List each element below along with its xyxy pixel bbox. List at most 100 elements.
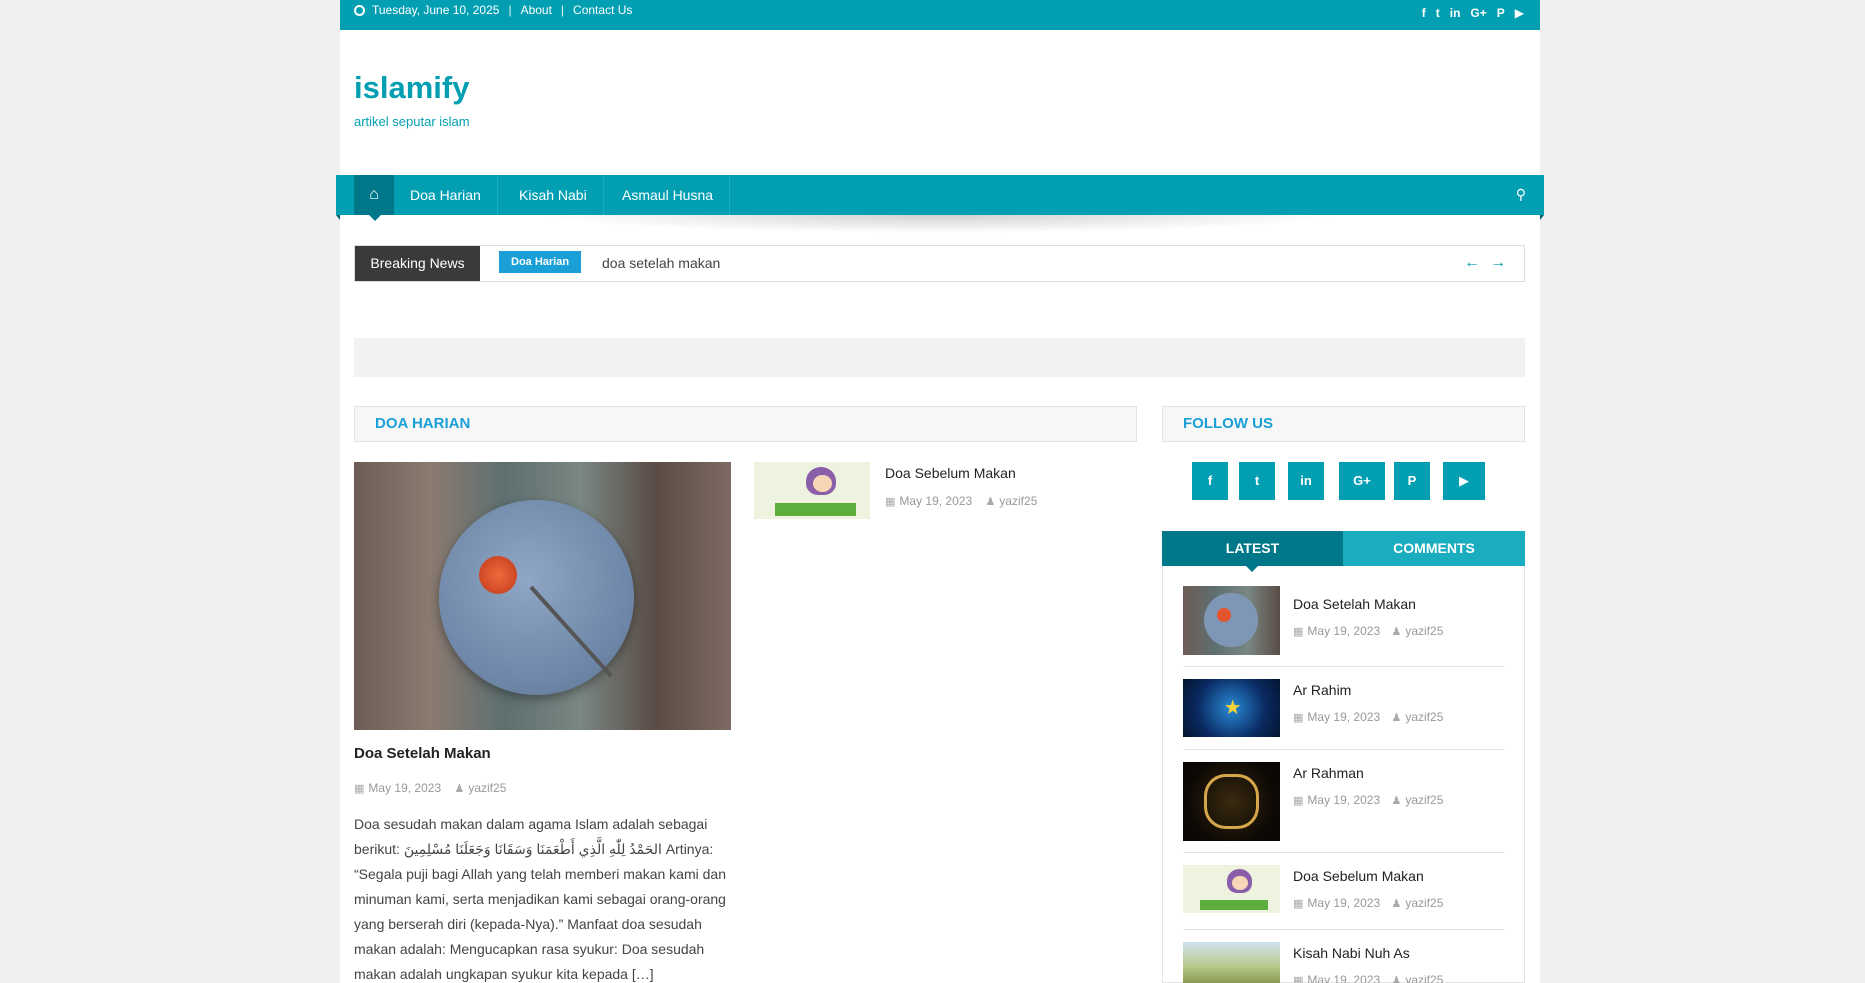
site-tagline: artikel seputar islam (354, 114, 470, 129)
orange-graphic (1216, 608, 1231, 622)
calligraphy-graphic (1204, 773, 1259, 830)
list-item: Kisah Nabi Nuh As ▦ May 19, 2023 ♟ yazif25 (1183, 930, 1505, 983)
main-nav: ⌂ Doa Harian Kisah Nabi Asmaul Husna ⚲ (336, 175, 1544, 221)
youtube-icon[interactable]: ▶ (1515, 6, 1524, 20)
post-thumbnail[interactable] (1183, 865, 1280, 913)
post-date[interactable]: May 19, 2023 (1307, 624, 1380, 638)
separator: | (508, 3, 512, 17)
featured-post-excerpt: Doa sesudah makan dalam agama Islam adal… (354, 816, 726, 982)
orange-graphic (479, 556, 517, 594)
face-graphic (1232, 875, 1248, 890)
tab-comments[interactable]: COMMENTS (1343, 531, 1525, 566)
post-thumbnail[interactable] (1183, 762, 1280, 841)
separator: | (560, 3, 565, 17)
side-post-meta: ▦ May 19, 2023 ♟ yazif25 (885, 494, 1037, 508)
calligraphy-graphic: ★ (1223, 697, 1242, 720)
ad-banner (354, 338, 1525, 377)
pinterest-icon[interactable]: P (1394, 462, 1430, 500)
search-icon[interactable]: ⚲ (1516, 186, 1526, 203)
featured-post-meta: ▦ May 19, 2023 ♟ yazif25 (354, 781, 506, 795)
home-icon[interactable]: ⌂ (354, 175, 394, 221)
top-bar: Tuesday, June 10, 2025 | About | Contact… (340, 0, 1540, 30)
post-thumbnail[interactable] (754, 462, 870, 519)
facebook-icon[interactable]: f (1192, 462, 1228, 500)
user-icon: ♟ (1391, 712, 1402, 724)
latest-post-title[interactable]: Ar Rahim (1293, 682, 1351, 698)
tab-latest[interactable]: LATEST (1162, 531, 1343, 572)
user-icon: ♟ (1391, 975, 1402, 983)
nav-item-kisah-nabi[interactable]: Kisah Nabi (503, 175, 604, 215)
featured-post-title[interactable]: Doa Setelah Makan (354, 745, 491, 762)
post-author[interactable]: yazif25 (1405, 710, 1443, 724)
breaking-news-bar: Breaking News Doa Harian doa setelah mak… (354, 245, 1525, 282)
latest-post-title[interactable]: Kisah Nabi Nuh As (1293, 945, 1410, 961)
post-date[interactable]: May 19, 2023 (1307, 896, 1380, 910)
latest-post-meta: ▦ May 19, 2023 ♟ yazif25 (1293, 973, 1443, 983)
list-item: Ar Rahman ▦ May 19, 2023 ♟ yazif25 (1183, 750, 1505, 853)
breaking-news-label: Breaking News (355, 246, 480, 281)
featured-image[interactable] (354, 462, 731, 730)
calendar-icon: ▦ (1293, 975, 1304, 983)
post-author[interactable]: yazif25 (999, 494, 1037, 508)
plate-graphic (1204, 592, 1258, 647)
user-icon: ♟ (1391, 795, 1402, 807)
calendar-icon: ▦ (1293, 795, 1304, 807)
arrow-right-icon[interactable]: → (1490, 254, 1506, 272)
calendar-icon: ▦ (1293, 712, 1304, 724)
post-author[interactable]: yazif25 (1405, 973, 1443, 983)
latest-post-meta: ▦ May 19, 2023 ♟ yazif25 (1293, 624, 1443, 638)
face-graphic (813, 474, 832, 492)
arrow-left-icon[interactable]: ← (1464, 254, 1480, 272)
post-author[interactable]: yazif25 (468, 781, 506, 795)
twitter-icon[interactable]: t (1239, 462, 1275, 500)
post-date[interactable]: May 19, 2023 (1307, 710, 1380, 724)
post-author[interactable]: yazif25 (1405, 624, 1443, 638)
table-graphic (774, 503, 857, 516)
nav-item-doa-harian[interactable]: Doa Harian (394, 175, 498, 215)
post-date[interactable]: May 19, 2023 (1307, 793, 1380, 807)
latest-post-title[interactable]: Doa Setelah Makan (1293, 596, 1416, 612)
about-link[interactable]: About (521, 3, 552, 17)
page-wrapper: Tuesday, June 10, 2025 | About | Contact… (336, 0, 1544, 983)
linkedin-icon[interactable]: in (1450, 6, 1461, 20)
pinterest-icon[interactable]: P (1497, 6, 1505, 20)
table-graphic (1200, 899, 1269, 911)
nav-corner (336, 215, 340, 220)
contact-link[interactable]: Contact Us (573, 3, 632, 17)
breaking-news-text[interactable]: doa setelah makan (602, 255, 720, 271)
user-icon: ♟ (985, 496, 996, 508)
calendar-icon: ▦ (1293, 626, 1304, 638)
side-post-title[interactable]: Doa Sebelum Makan (885, 465, 1016, 481)
twitter-icon[interactable]: t (1436, 6, 1440, 20)
post-thumbnail[interactable] (1183, 586, 1280, 655)
google-plus-icon[interactable]: G+ (1470, 6, 1486, 20)
linkedin-icon[interactable]: in (1288, 462, 1324, 500)
facebook-icon[interactable]: f (1422, 6, 1426, 20)
list-item: ★ Ar Rahim ▦ May 19, 2023 ♟ yazif25 (1183, 667, 1505, 750)
latest-post-meta: ▦ May 19, 2023 ♟ yazif25 (1293, 710, 1443, 724)
latest-post-title[interactable]: Doa Sebelum Makan (1293, 868, 1424, 884)
latest-post-title[interactable]: Ar Rahman (1293, 765, 1364, 781)
post-date[interactable]: May 19, 2023 (899, 494, 972, 508)
site-title[interactable]: islamify (354, 70, 469, 106)
post-author[interactable]: yazif25 (1405, 896, 1443, 910)
calendar-icon: ▦ (354, 783, 365, 795)
latest-post-meta: ▦ May 19, 2023 ♟ yazif25 (1293, 896, 1443, 910)
calendar-icon: ▦ (885, 496, 896, 508)
post-date[interactable]: May 19, 2023 (1307, 973, 1380, 983)
latest-posts-panel: Doa Setelah Makan ▦ May 19, 2023 ♟ yazif25… (1162, 566, 1525, 983)
follow-us-title: FOLLOW US (1162, 406, 1525, 442)
user-icon: ♟ (1391, 626, 1402, 638)
post-date[interactable]: May 19, 2023 (368, 781, 441, 795)
google-plus-icon[interactable]: G+ (1339, 462, 1385, 500)
youtube-icon[interactable]: ▶ (1443, 462, 1485, 500)
calendar-icon: ▦ (1293, 898, 1304, 910)
nav-shadow (540, 215, 1340, 233)
post-thumbnail[interactable]: ★ (1183, 679, 1280, 737)
post-author[interactable]: yazif25 (1405, 793, 1443, 807)
post-thumbnail[interactable] (1183, 942, 1280, 983)
nav-item-asmaul-husna[interactable]: Asmaul Husna (606, 175, 731, 215)
list-item: Doa Sebelum Makan ▦ May 19, 2023 ♟ yazif25 (1183, 853, 1505, 930)
list-item: Doa Setelah Makan ▦ May 19, 2023 ♟ yazif25 (1183, 566, 1505, 667)
breaking-category-badge[interactable]: Doa Harian (499, 251, 582, 273)
